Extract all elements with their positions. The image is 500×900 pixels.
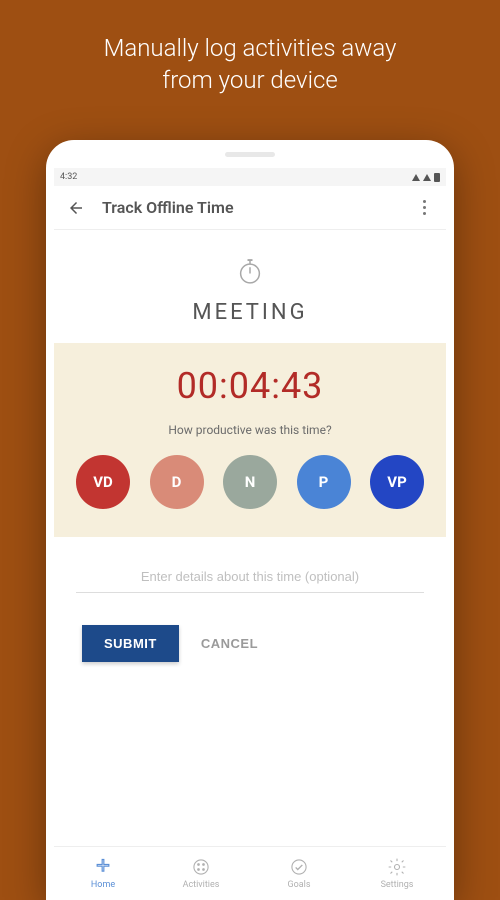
promo-headline: Manually log activities away from your d…: [0, 0, 500, 97]
nav-activities-label: Activities: [183, 880, 220, 890]
nav-home[interactable]: Home: [54, 847, 152, 900]
battery-icon: [434, 173, 440, 182]
activity-name: MEETING: [54, 300, 446, 325]
status-bar: 4:32: [54, 168, 446, 186]
action-row: SUBMIT CANCEL: [54, 601, 446, 674]
signal-icon: [412, 174, 420, 181]
rating-row: VD D N P VP: [76, 455, 424, 509]
bottom-nav: Home Activities Goals: [54, 846, 446, 900]
nav-settings[interactable]: Settings: [348, 847, 446, 900]
wifi-icon: [423, 174, 431, 181]
rating-distracting[interactable]: D: [150, 455, 204, 509]
device-frame: 4:32 Track Offline Time MEETING: [46, 140, 454, 900]
cancel-button[interactable]: CANCEL: [201, 636, 258, 651]
status-time: 4:32: [60, 172, 77, 182]
promo-line-2: from your device: [162, 66, 338, 94]
details-input[interactable]: [76, 561, 424, 593]
rating-very-productive[interactable]: VP: [370, 455, 424, 509]
nav-settings-label: Settings: [381, 880, 414, 890]
back-button[interactable]: [64, 196, 88, 220]
nav-activities[interactable]: Activities: [152, 847, 250, 900]
nav-goals[interactable]: Goals: [250, 847, 348, 900]
nav-goals-label: Goals: [288, 880, 311, 890]
stopwatch-icon: [235, 256, 265, 290]
details-area: [54, 537, 446, 601]
nav-home-label: Home: [91, 880, 115, 890]
activity-header: MEETING: [54, 230, 446, 343]
timer-value: 00:04:43: [72, 365, 428, 407]
productivity-prompt: How productive was this time?: [72, 423, 428, 437]
gear-icon: [387, 857, 407, 877]
overflow-menu-button[interactable]: [412, 196, 436, 220]
productivity-panel: 00:04:43 How productive was this time? V…: [54, 343, 446, 537]
submit-button[interactable]: SUBMIT: [82, 625, 179, 662]
grid-icon: [191, 857, 211, 877]
plus-icon: [93, 857, 113, 877]
device-speaker: [225, 152, 275, 157]
rating-neutral[interactable]: N: [223, 455, 277, 509]
promo-line-1: Manually log activities away: [104, 34, 397, 62]
app-bar: Track Offline Time: [54, 186, 446, 230]
rating-productive[interactable]: P: [297, 455, 351, 509]
arrow-left-icon: [67, 199, 85, 217]
status-icons: [412, 173, 440, 182]
check-circle-icon: [289, 857, 309, 877]
rating-very-distracting[interactable]: VD: [76, 455, 130, 509]
page-title: Track Offline Time: [102, 198, 412, 217]
screen: 4:32 Track Offline Time MEETING: [54, 168, 446, 900]
